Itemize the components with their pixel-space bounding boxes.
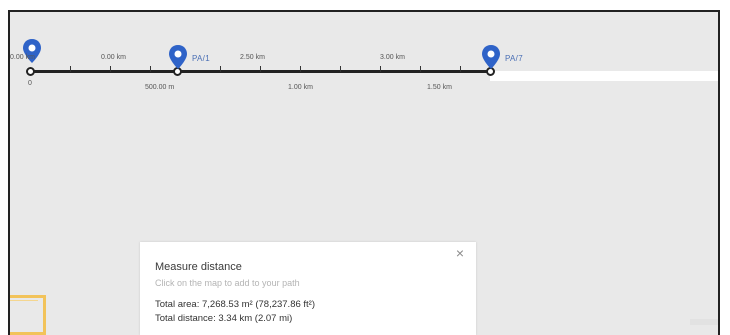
ruler-label: 0.00 km bbox=[101, 54, 126, 61]
ruler-tick bbox=[110, 66, 111, 72]
ruler-tick bbox=[70, 66, 71, 72]
map-control[interactable] bbox=[690, 319, 718, 325]
panel-title: Measure distance bbox=[155, 261, 242, 273]
measure-distance-panel: × Measure distance Click on the map to a… bbox=[140, 242, 476, 335]
pin-label: PA/1 bbox=[192, 54, 210, 63]
ruler-tick bbox=[420, 66, 421, 72]
map-pin-icon[interactable] bbox=[481, 44, 501, 70]
ruler-label: 1.50 km bbox=[427, 84, 452, 91]
ruler-tick bbox=[150, 66, 151, 72]
map-path bbox=[10, 300, 38, 301]
close-button[interactable]: × bbox=[453, 246, 467, 260]
total-area: Total area: 7,268.53 m² (78,237.86 ft²) bbox=[155, 299, 316, 310]
ruler-label: 0.00 km bbox=[10, 54, 35, 61]
road bbox=[490, 71, 718, 81]
ruler-label: 0 bbox=[28, 80, 32, 87]
ruler-tick bbox=[300, 66, 301, 72]
ruler-tick bbox=[460, 66, 461, 72]
ruler-label: 2.50 km bbox=[240, 54, 265, 61]
map-canvas[interactable]: PA/1 PA/7 0.00 km 0.00 km 2.50 km 3.00 k… bbox=[8, 10, 720, 335]
path-node-start[interactable] bbox=[26, 67, 35, 76]
ruler-tick bbox=[260, 66, 261, 72]
ruler-label: 500.00 m bbox=[145, 84, 175, 91]
panel-hint: Click on the map to add to your path bbox=[155, 278, 300, 288]
total-distance: Total distance: 3.34 km (2.07 mi) bbox=[155, 313, 293, 324]
ruler-label: 3.00 km bbox=[380, 54, 405, 61]
pin-label: PA/7 bbox=[505, 54, 523, 63]
ruler-tick bbox=[220, 66, 221, 72]
ruler-label: 1.00 km bbox=[288, 84, 313, 91]
ruler-tick bbox=[340, 66, 341, 72]
map-park-area bbox=[10, 295, 46, 335]
ruler-tick bbox=[380, 66, 381, 72]
map-pin-icon[interactable] bbox=[168, 44, 188, 70]
measure-path-line bbox=[30, 70, 492, 73]
